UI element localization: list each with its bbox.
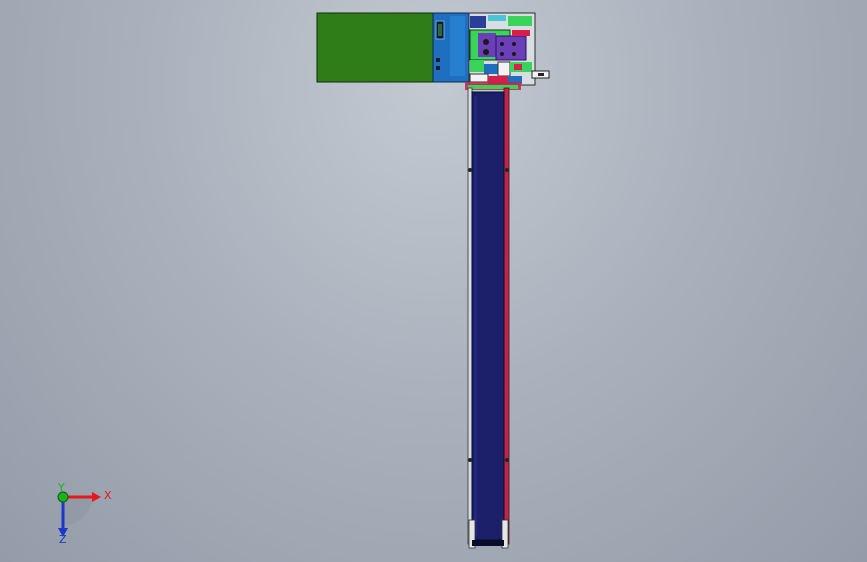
z-axis-label: Z xyxy=(59,533,67,546)
conveyor-belt[interactable] xyxy=(467,87,510,549)
y-axis-label: Y xyxy=(57,481,65,494)
x-axis-arrowhead xyxy=(92,492,101,502)
blue-control-panel[interactable] xyxy=(432,12,470,83)
green-enclosure[interactable] xyxy=(316,12,435,83)
x-axis-label: X xyxy=(104,489,112,502)
cad-viewport[interactable]: X Y Z xyxy=(0,0,867,562)
mechanism-assembly[interactable] xyxy=(465,12,550,90)
orientation-triad[interactable]: X Y Z xyxy=(57,481,112,546)
